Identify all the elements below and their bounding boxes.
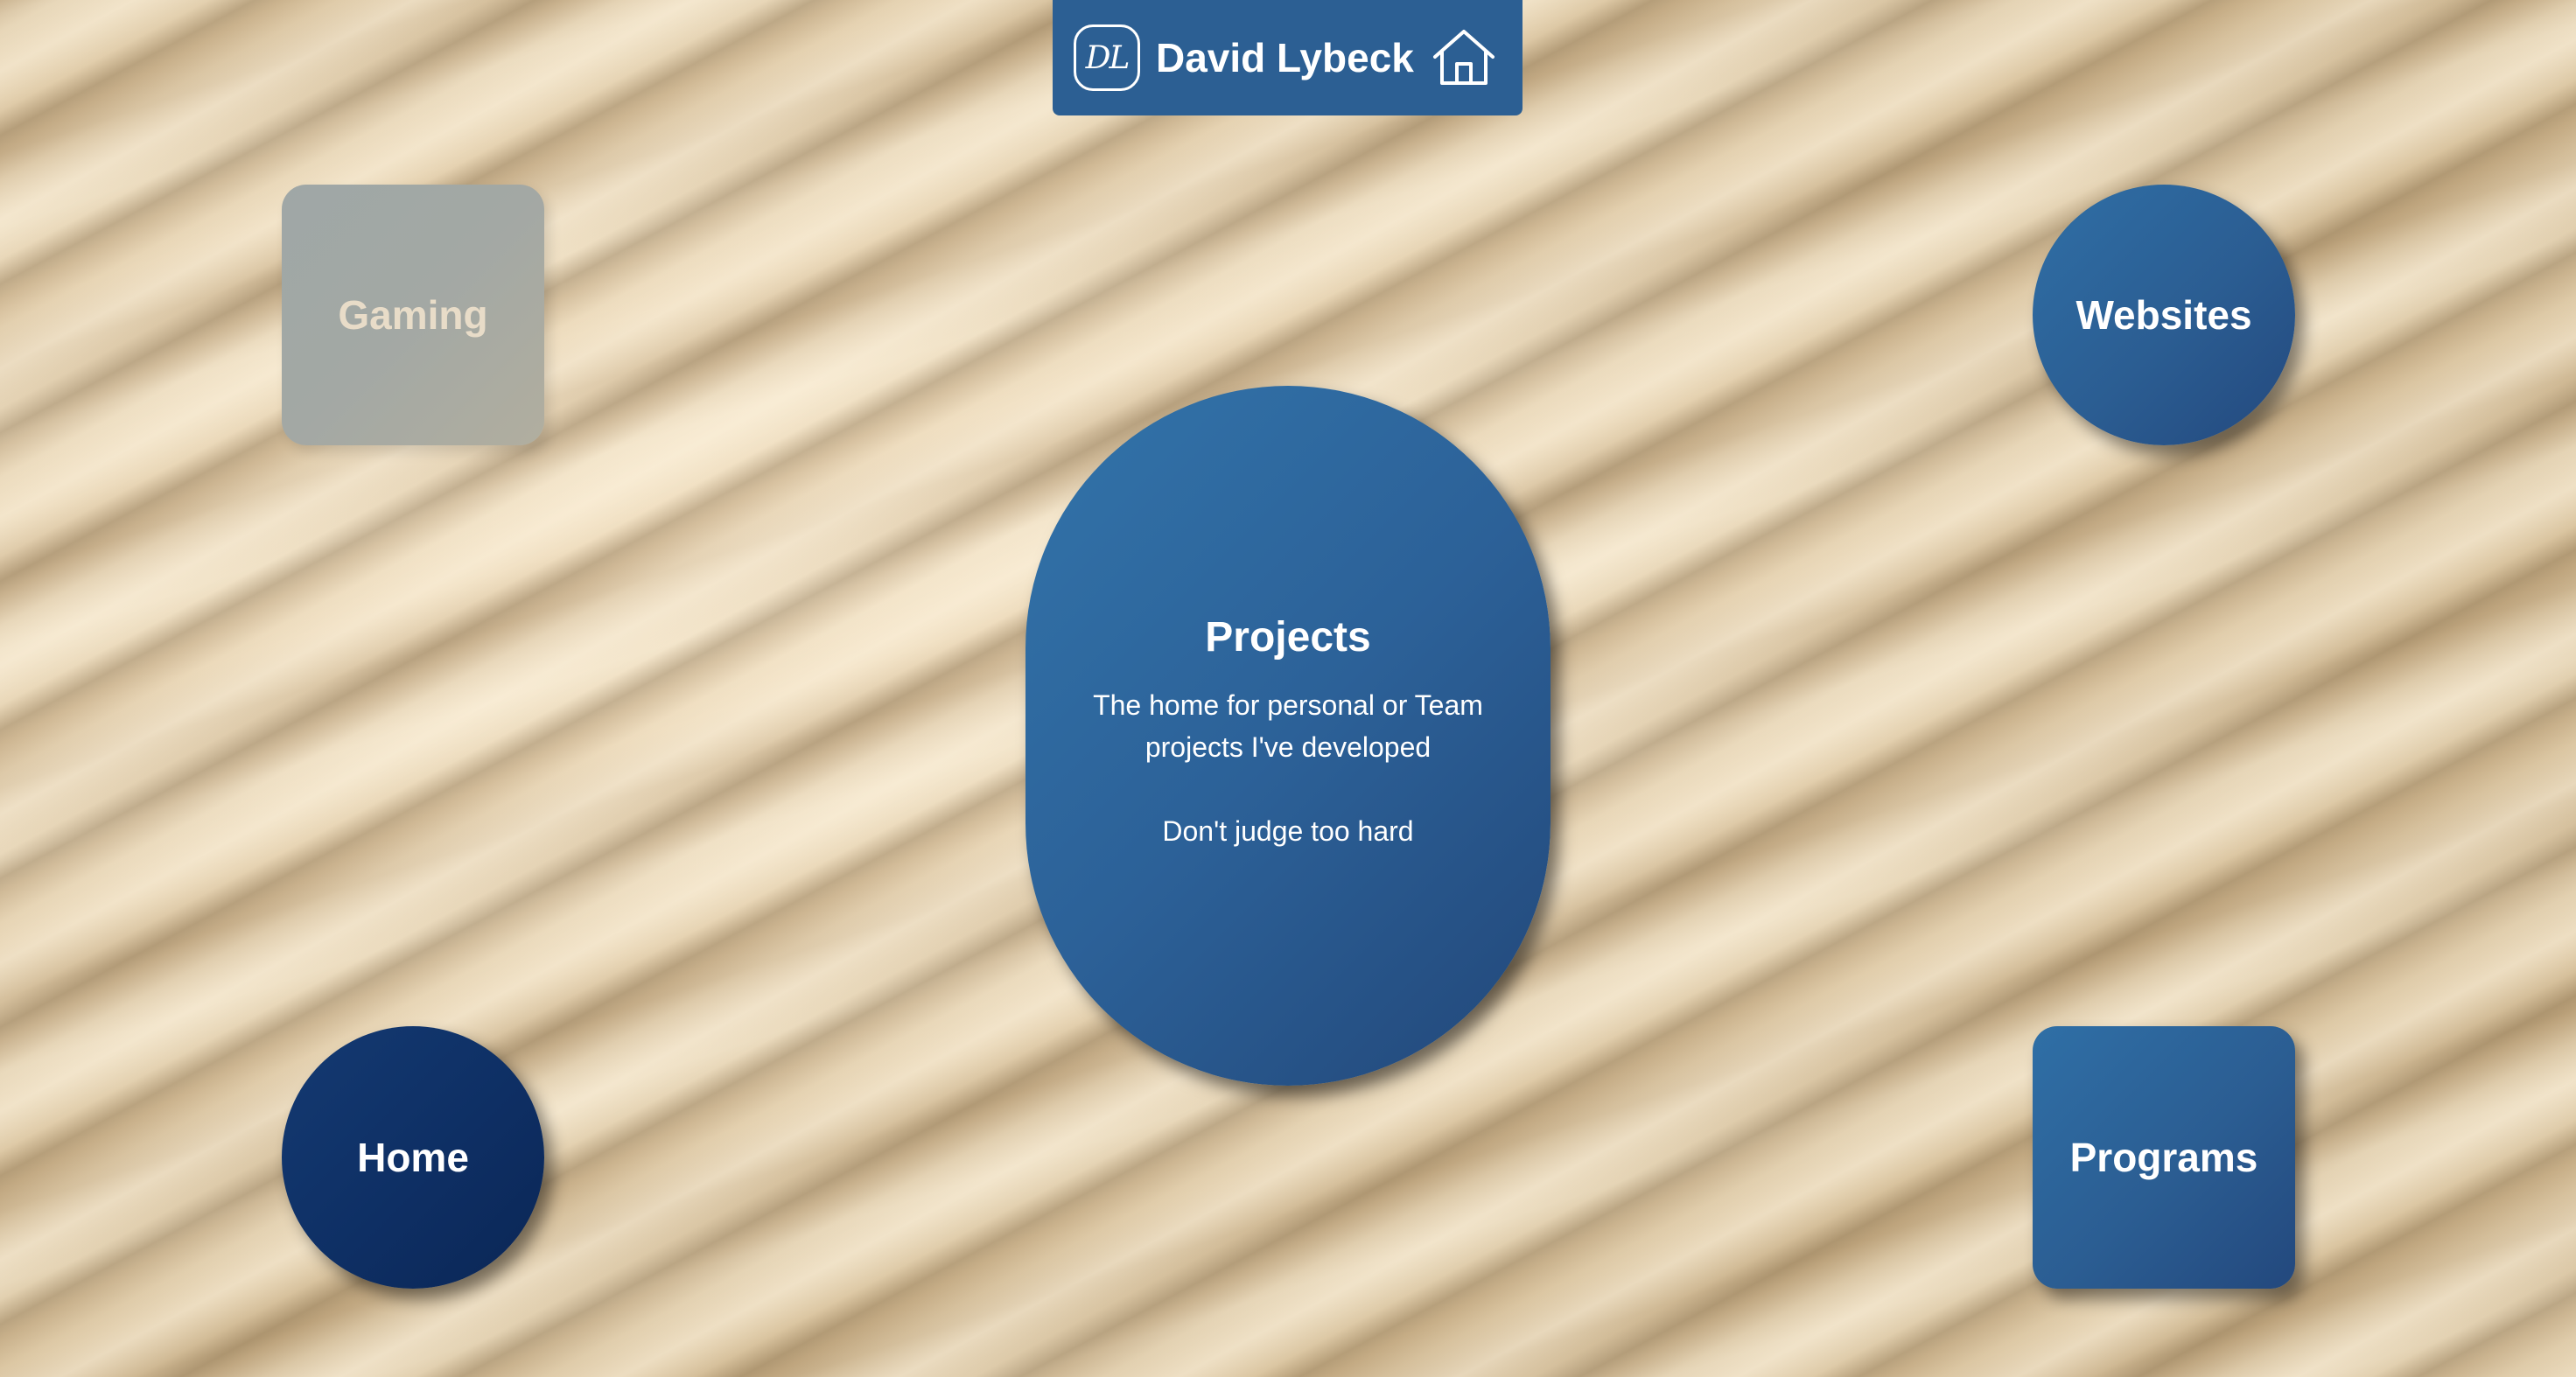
- projects-description: The home for personal or Team projects I…: [1093, 689, 1483, 763]
- site-header: DL David Lybeck: [1053, 0, 1522, 115]
- projects-title: Projects: [1205, 614, 1371, 661]
- websites-tile[interactable]: Websites: [2033, 185, 2295, 445]
- home-tile[interactable]: Home: [282, 1026, 544, 1289]
- projects-note: Don't judge too hard: [1162, 815, 1414, 847]
- programs-tile[interactable]: Programs: [2033, 1026, 2295, 1289]
- gaming-tile[interactable]: Gaming: [282, 185, 544, 445]
- home-icon[interactable]: [1430, 27, 1498, 88]
- page: { "header": { "logo_text": "DL", "title"…: [0, 0, 2576, 1377]
- projects-card[interactable]: Projects The home for personal or Team p…: [1026, 386, 1550, 1086]
- dl-logo[interactable]: DL: [1074, 24, 1140, 91]
- site-title[interactable]: David Lybeck: [1156, 34, 1414, 81]
